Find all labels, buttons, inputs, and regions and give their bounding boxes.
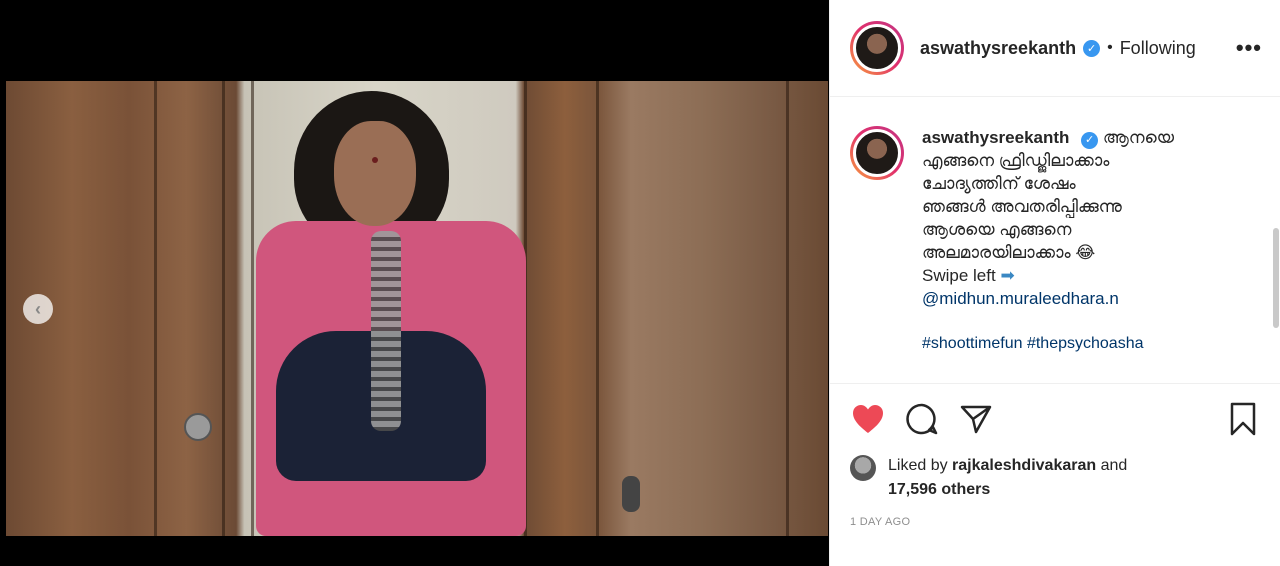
chain [371, 231, 401, 431]
caption-line: ആനയെ [1102, 128, 1175, 147]
separator-dot: • [1107, 39, 1113, 56]
post-timestamp[interactable]: 1 DAY AGO [850, 516, 1261, 528]
door-knob [184, 413, 212, 441]
hashtag-links[interactable]: #shoottimefun #thepsychoasha [922, 332, 1242, 355]
caption-username[interactable]: aswathysreekanth [922, 128, 1069, 147]
liker-avatar[interactable] [850, 455, 876, 481]
caption-line: ചോദ്യത്തിന് ശേഷം [922, 174, 1076, 193]
caption-scrollbar[interactable] [1273, 228, 1279, 328]
like-button[interactable] [850, 401, 886, 437]
save-button[interactable] [1225, 401, 1261, 437]
door-edge [222, 81, 225, 536]
caption-story-ring[interactable] [850, 126, 904, 180]
door-edge [154, 81, 157, 536]
door-edge [786, 81, 789, 536]
post-actions: Liked by rajkaleshdivakaran and 17,596 o… [830, 383, 1280, 528]
paper-plane-icon [960, 405, 992, 434]
caption-line: ഞങ്ങൾ അവതരിപ്പിക്കുന്നു [922, 197, 1122, 216]
following-button[interactable]: Following [1120, 38, 1196, 59]
more-options-icon[interactable]: ••• [1236, 35, 1262, 61]
share-button[interactable] [958, 401, 994, 437]
comment-icon [906, 403, 938, 435]
verified-icon: ✓ [1083, 39, 1101, 57]
door-edge [596, 81, 599, 536]
mention-link[interactable]: @midhun.muraleedhara.n [922, 287, 1242, 310]
door-lock [622, 476, 640, 512]
post-media: ‹ [0, 0, 829, 566]
caption-avatar[interactable] [853, 129, 901, 177]
swipe-left-text: Swipe left ➡ [922, 266, 1015, 285]
caption-area: aswathysreekanth ✓ ആനയെ എങ്ങനെ ഫ്രിഡ്ജില… [830, 98, 1280, 383]
caption-line: ആശയെ എങ്ങനെ [922, 220, 1072, 239]
caption-line: എങ്ങനെ ഫ്രിഡ്ജിലാക്കാം [922, 151, 1110, 170]
person-figure [246, 91, 536, 536]
likes-summary: Liked by rajkaleshdivakaran and 17,596 o… [850, 454, 1261, 502]
likes-text: Liked by rajkaleshdivakaran and 17,596 o… [888, 457, 1128, 498]
post-side-panel: aswathysreekanth ✓ • Following ••• aswat… [829, 0, 1280, 566]
post-photo [6, 81, 828, 536]
caption-text: aswathysreekanth ✓ ആനയെ എങ്ങനെ ഫ്രിഡ്ജില… [922, 126, 1242, 383]
heart-icon [853, 405, 883, 433]
avatar[interactable] [853, 24, 901, 72]
caption-line: അലമാരയിലാക്കാം 😂 [922, 243, 1096, 262]
liker-username[interactable]: rajkaleshdivakaran [952, 457, 1096, 474]
verified-icon: ✓ [1081, 132, 1099, 149]
carousel-prev-button[interactable]: ‹ [23, 294, 53, 324]
arrow-right-icon: ➡ [1000, 266, 1015, 285]
header-username[interactable]: aswathysreekanth [920, 38, 1076, 59]
action-icons [850, 384, 1261, 454]
comment-button[interactable] [904, 401, 940, 437]
likes-others-link[interactable]: 17,596 others [888, 481, 990, 498]
post-header: aswathysreekanth ✓ • Following ••• [830, 0, 1280, 97]
bookmark-icon [1230, 402, 1256, 436]
story-ring[interactable] [850, 21, 904, 75]
chevron-left-icon: ‹ [35, 298, 41, 319]
